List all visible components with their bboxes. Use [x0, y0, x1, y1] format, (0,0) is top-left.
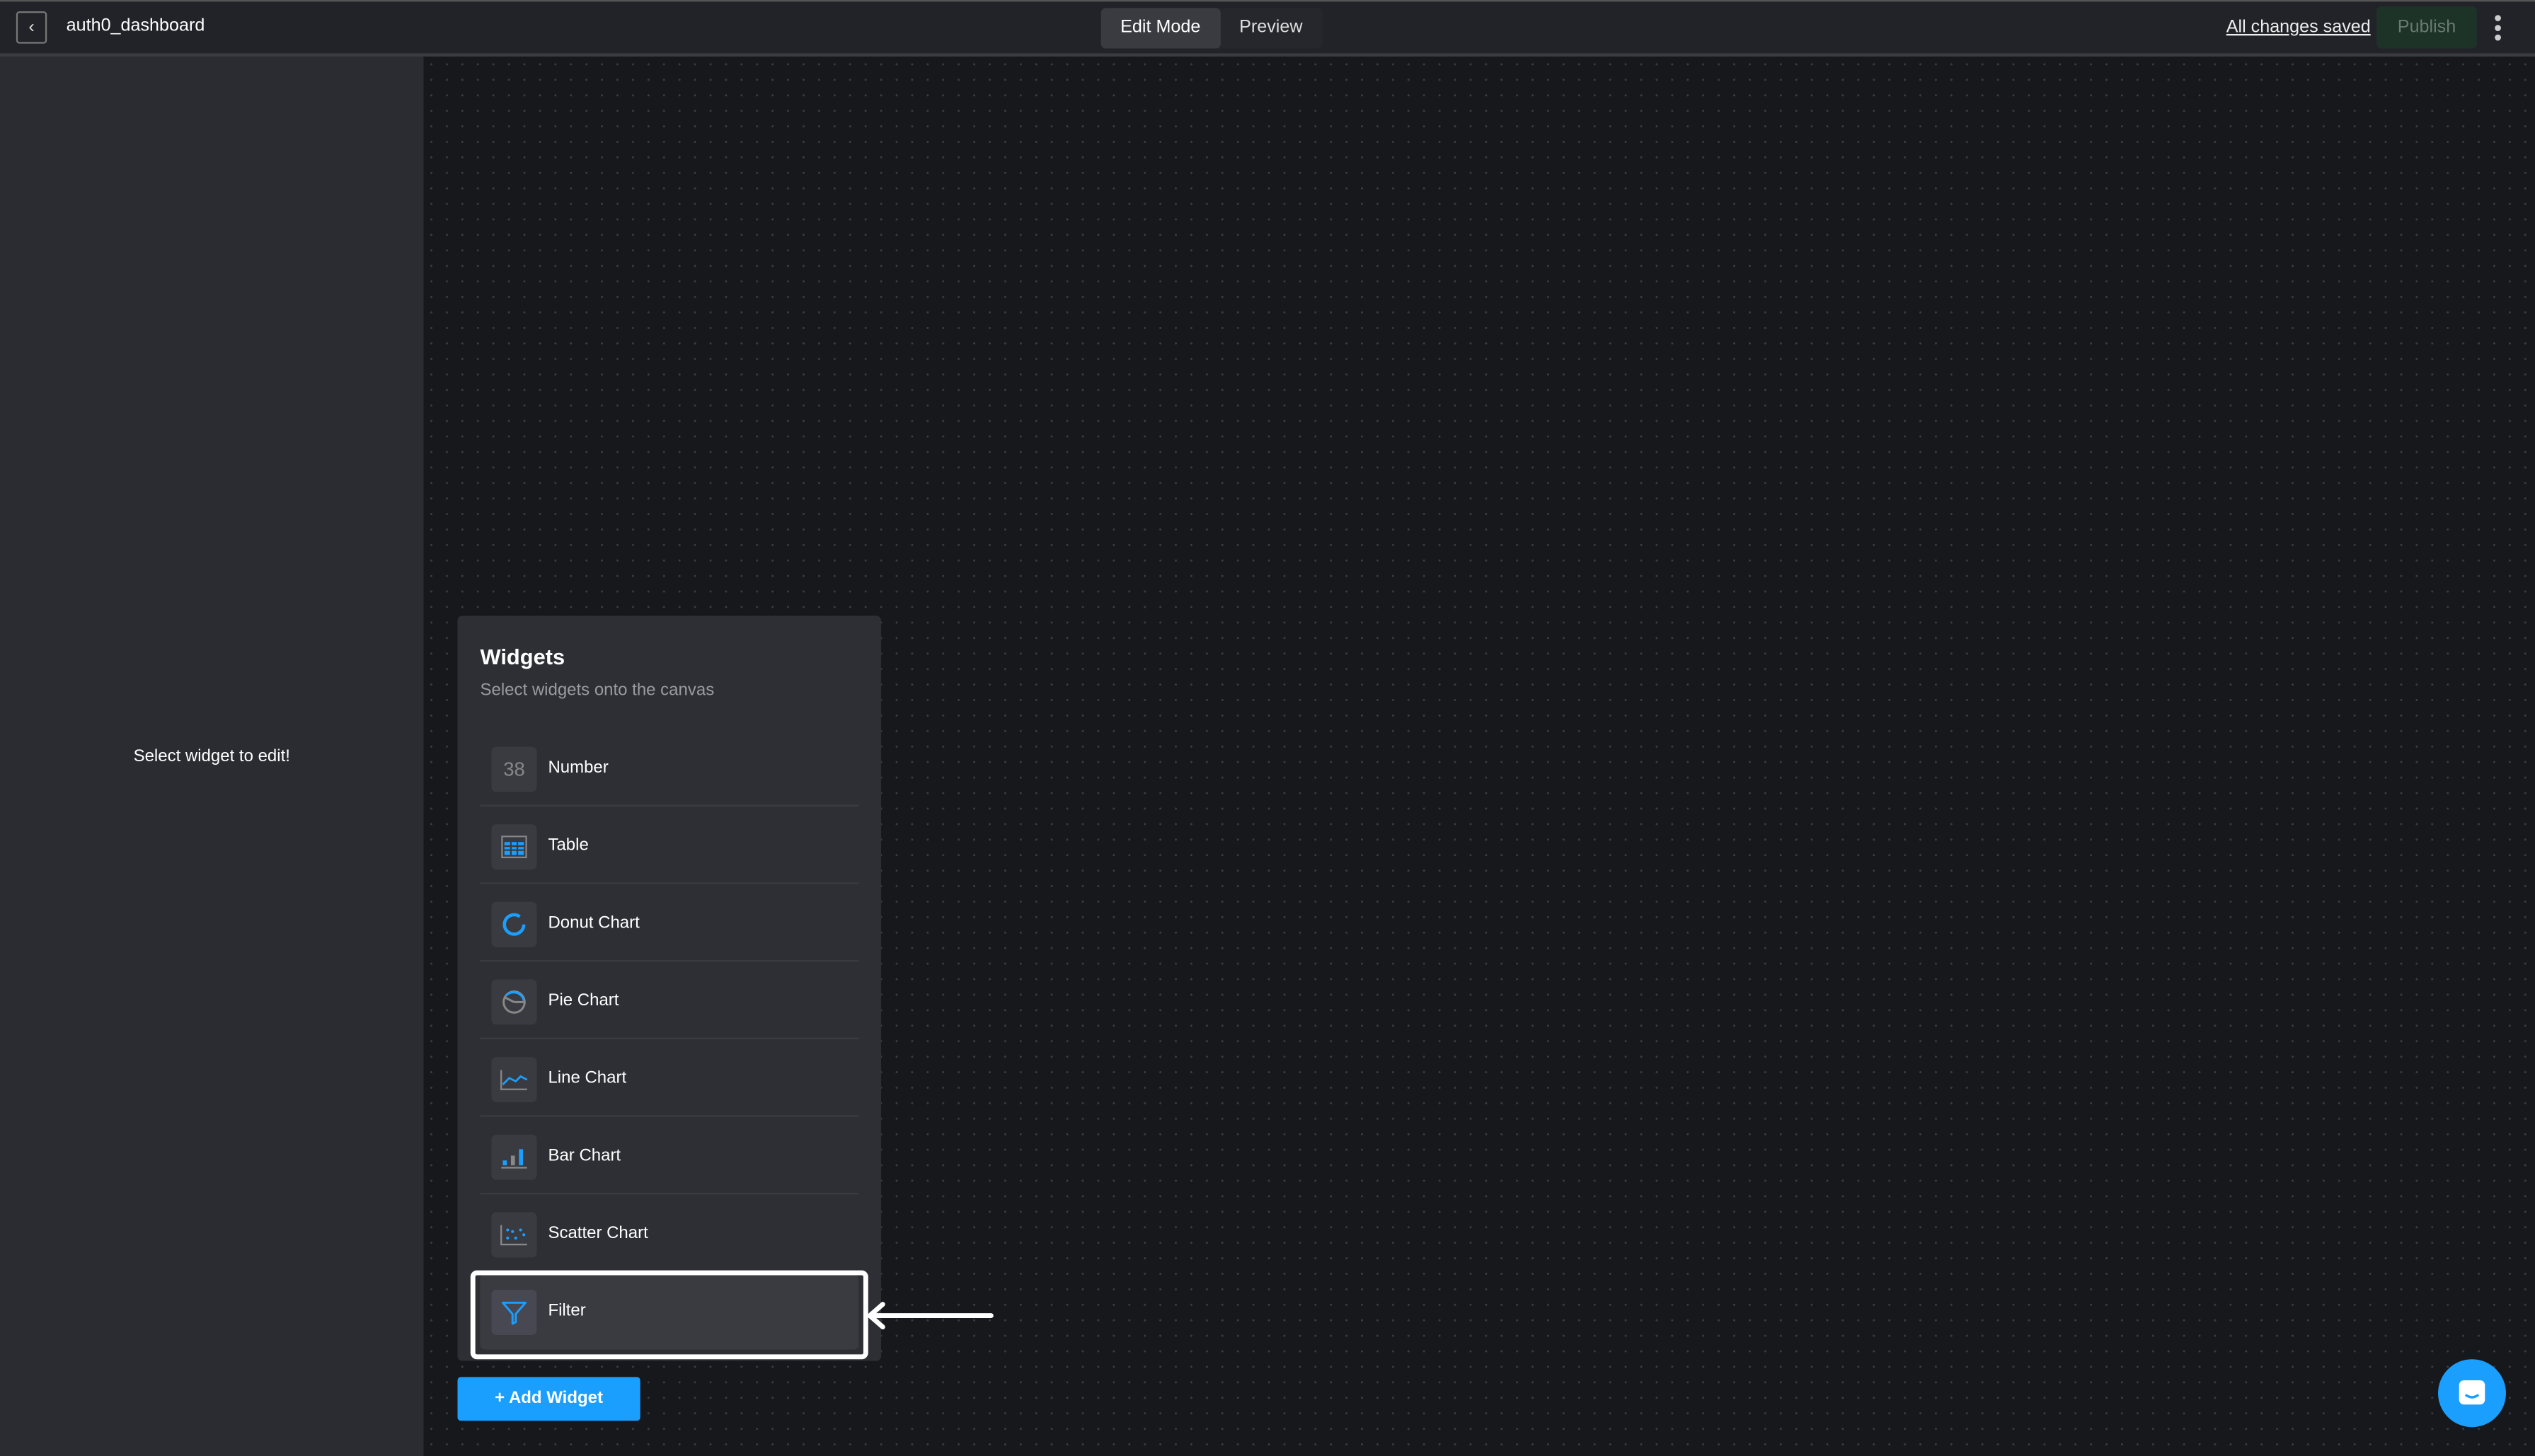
widget-label: Table	[548, 836, 589, 855]
more-options-icon[interactable]: • • •	[2490, 6, 2506, 48]
dashboard-title: auth0_dashboard	[66, 16, 205, 36]
widget-label: Pie Chart	[548, 990, 619, 1010]
panel-title: Widgets	[480, 645, 565, 669]
widget-item-number[interactable]: 38 Number	[480, 731, 859, 807]
back-button[interactable]: ‹	[16, 11, 47, 44]
arrow-left-icon	[866, 1302, 994, 1330]
scatter-chart-icon	[491, 1212, 537, 1258]
line-chart-icon	[491, 1057, 537, 1103]
widget-item-donut-chart[interactable]: Donut Chart	[480, 886, 859, 962]
add-widget-button[interactable]: + Add Widget	[457, 1377, 640, 1421]
pie-chart-icon	[491, 979, 537, 1025]
widget-label: Bar Chart	[548, 1145, 621, 1166]
widget-label: Donut Chart	[548, 913, 640, 933]
publish-button[interactable]: Publish	[2376, 6, 2477, 49]
bar-chart-icon	[491, 1134, 537, 1180]
widget-item-pie-chart[interactable]: Pie Chart	[480, 964, 859, 1039]
edit-sidebar: Select widget to edit!	[0, 56, 424, 1456]
widget-label: Line Chart	[548, 1068, 627, 1088]
widgets-panel: Widgets Select widgets onto the canvas 3…	[457, 616, 882, 1361]
chat-button[interactable]	[2438, 1359, 2506, 1428]
tab-preview[interactable]: Preview	[1220, 8, 1322, 48]
widget-item-bar-chart[interactable]: Bar Chart	[480, 1119, 859, 1195]
number-icon: 38	[491, 746, 537, 792]
widget-label: Number	[548, 758, 609, 778]
save-status-link[interactable]: All changes saved	[2226, 18, 2371, 37]
sidebar-message: Select widget to edit!	[133, 746, 290, 766]
chevron-left-icon: ‹	[28, 18, 35, 37]
mode-switch: Edit Mode Preview	[1100, 8, 1322, 49]
top-bar: ‹ auth0_dashboard Edit Mode Preview All …	[0, 0, 2535, 57]
widget-item-scatter-chart[interactable]: Scatter Chart	[480, 1196, 859, 1272]
donut-chart-icon	[491, 901, 537, 947]
panel-subtitle: Select widgets onto the canvas	[480, 680, 715, 700]
widget-item-table[interactable]: Table	[480, 808, 859, 884]
highlight-box	[470, 1270, 868, 1360]
tab-edit-mode[interactable]: Edit Mode	[1100, 8, 1220, 49]
chat-icon	[2459, 1380, 2485, 1405]
table-icon	[491, 824, 537, 870]
widget-item-line-chart[interactable]: Line Chart	[480, 1041, 859, 1117]
widget-label: Scatter Chart	[548, 1223, 648, 1243]
